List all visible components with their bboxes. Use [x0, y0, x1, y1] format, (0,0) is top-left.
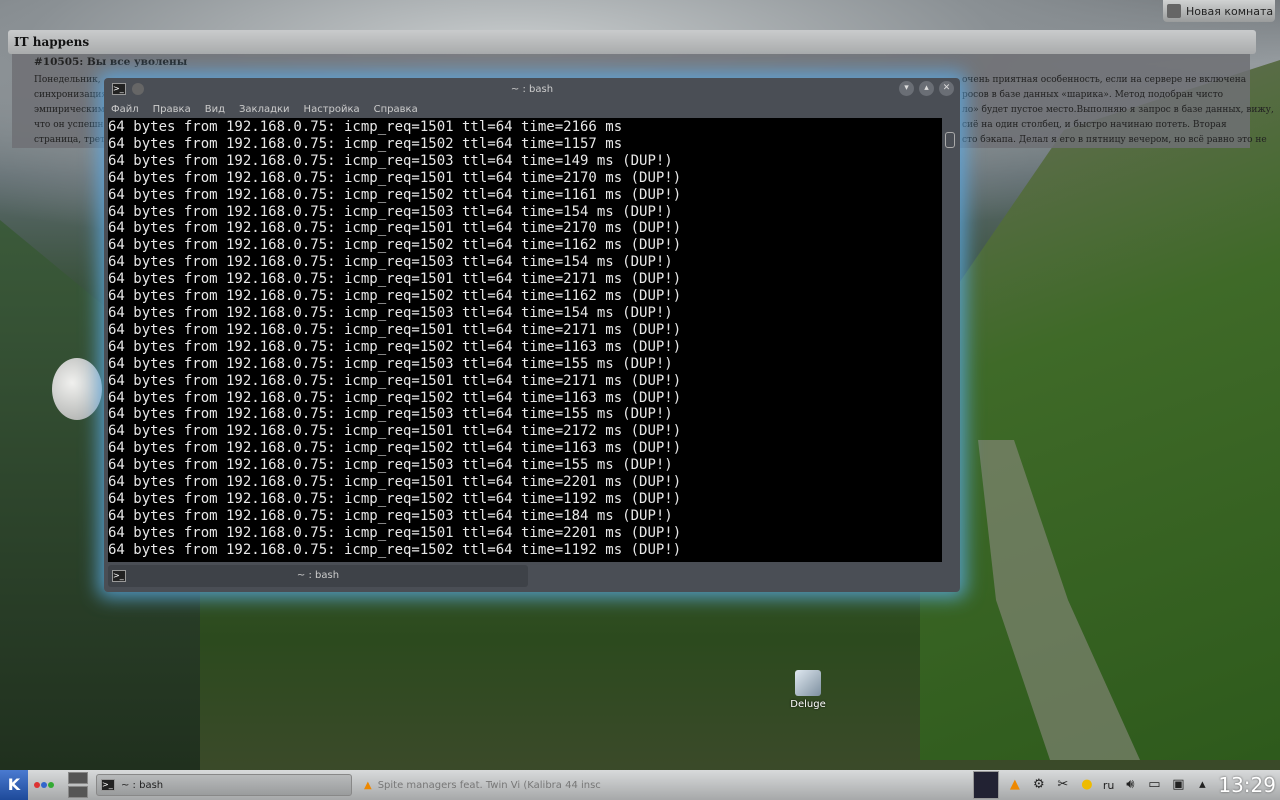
room-icon	[1167, 4, 1181, 18]
vlc-icon: ▲	[364, 779, 372, 791]
menu-bar: Файл Правка Вид Закладки Настройка Справ…	[104, 100, 960, 118]
activities-icon[interactable]	[34, 782, 54, 788]
close-button[interactable]: ✕	[939, 81, 954, 96]
terminal-line: 64 bytes from 192.168.0.75: icmp_req=150…	[108, 220, 682, 237]
maximize-button[interactable]: ▴	[919, 81, 934, 96]
new-room-label: Новая комната	[1186, 4, 1274, 18]
task-bash[interactable]: >_ ~ : bash	[96, 774, 352, 796]
terminal-line: 64 bytes from 192.168.0.75: icmp_req=150…	[108, 524, 682, 541]
vlc-tray-icon[interactable]: ▲	[1007, 777, 1023, 793]
terminal-line: 64 bytes from 192.168.0.75: icmp_req=150…	[108, 440, 682, 457]
deluge-icon	[795, 670, 821, 696]
terminal-line: 64 bytes from 192.168.0.75: icmp_req=150…	[108, 541, 682, 558]
lightbulb-icon[interactable]: ●	[1079, 777, 1095, 793]
scrollbar[interactable]	[944, 118, 956, 562]
story-line: росов в базе данных «шарика». Метод подо…	[962, 90, 1224, 100]
taskbar: K >_ ~ : bash ▲ Spite managers feat. Twin …	[0, 770, 1280, 800]
desktop-icon-label: Deluge	[790, 699, 826, 710]
terminal-line: 64 bytes from 192.168.0.75: icmp_req=150…	[108, 372, 682, 389]
story-line: очень приятная особенность, если на серв…	[962, 75, 1247, 85]
terminal-line: 64 bytes from 192.168.0.75: icmp_req=150…	[108, 423, 682, 440]
network-icon[interactable]: ▣	[1170, 777, 1186, 793]
scissors-icon[interactable]: ✂	[1055, 777, 1071, 793]
desktop-icon-deluge[interactable]: Deluge	[786, 670, 830, 710]
terminal-line: 64 bytes from 192.168.0.75: icmp_req=150…	[108, 338, 682, 355]
minimize-button[interactable]: ▾	[899, 81, 914, 96]
system-tray: ▲ ⚙ ✂ ● ru 🔊︎ ▭ ▣ ▴ 13:29	[972, 770, 1280, 800]
terminal-line: 64 bytes from 192.168.0.75: icmp_req=150…	[108, 321, 682, 338]
terminal-line: 64 bytes from 192.168.0.75: icmp_req=150…	[108, 169, 682, 186]
terminal-line: 64 bytes from 192.168.0.75: icmp_req=150…	[108, 135, 623, 152]
terminal-line: 64 bytes from 192.168.0.75: icmp_req=150…	[108, 406, 673, 423]
show-desktop-button[interactable]	[972, 771, 999, 799]
scrollbar-thumb[interactable]	[945, 132, 955, 148]
volume-icon[interactable]: 🔊︎	[1122, 777, 1138, 793]
terminal-line: 64 bytes from 192.168.0.75: icmp_req=150…	[108, 288, 682, 305]
window-title: ~ : bash	[510, 83, 554, 95]
menu-edit[interactable]: Правка	[153, 104, 191, 115]
monitor-icon[interactable]: ▭	[1146, 777, 1162, 793]
task-vlc[interactable]: ▲ Spite managers feat. Twin Vi (Kalibra 4…	[360, 774, 610, 796]
terminal-line: 64 bytes from 192.168.0.75: icmp_req=150…	[108, 152, 673, 169]
terminal-output[interactable]: 64 bytes from 192.168.0.75: icmp_req=150…	[108, 118, 942, 562]
new-room-button[interactable]: Новая комната	[1163, 0, 1275, 22]
terminal-line: 64 bytes from 192.168.0.75: icmp_req=150…	[108, 507, 673, 524]
story-line: сто бэкапа. Делал я его в пятницу вечеро…	[962, 135, 1267, 145]
terminal-line: 64 bytes from 192.168.0.75: icmp_req=150…	[108, 457, 673, 474]
kde-menu-button[interactable]: K	[0, 770, 28, 800]
tray-expand-icon[interactable]: ▴	[1194, 777, 1210, 793]
terminal-line: 64 bytes from 192.168.0.75: icmp_req=150…	[108, 355, 673, 372]
desktop-pager[interactable]	[68, 772, 88, 798]
terminal-line: 64 bytes from 192.168.0.75: icmp_req=150…	[108, 254, 673, 271]
terminal-line: 64 bytes from 192.168.0.75: icmp_req=150…	[108, 474, 682, 491]
gear-icon[interactable]: ⚙	[1031, 777, 1047, 793]
terminal-line: 64 bytes from 192.168.0.75: icmp_req=150…	[108, 304, 673, 321]
terminal-line: 64 bytes from 192.168.0.75: icmp_req=150…	[108, 389, 682, 406]
menu-view[interactable]: Вид	[205, 104, 225, 115]
menu-help[interactable]: Справка	[374, 104, 418, 115]
terminal-line: 64 bytes from 192.168.0.75: icmp_req=150…	[108, 271, 682, 288]
menu-file[interactable]: Файл	[111, 104, 139, 115]
story-line: сиё на один столбец, и быстро начинаю по…	[962, 120, 1227, 130]
menu-bookmarks[interactable]: Закладки	[239, 104, 290, 115]
terminal-line: 64 bytes from 192.168.0.75: icmp_req=150…	[108, 203, 673, 220]
tab-label: ~ : bash	[296, 570, 340, 581]
clock[interactable]: 13:29	[1218, 773, 1276, 797]
tab-bar: >_ ~ : bash	[108, 564, 956, 588]
title-bar[interactable]: >_ ~ : bash ▾ ▴ ✕	[104, 78, 960, 100]
tab-bash[interactable]: >_ ~ : bash	[108, 565, 528, 587]
task-label: Spite managers feat. Twin Vi (Kalibra 44…	[377, 779, 601, 791]
terminal-line: 64 bytes from 192.168.0.75: icmp_req=150…	[108, 490, 682, 507]
ithappens-widget-title: IT happens	[8, 30, 1256, 54]
terminal-line: 64 bytes from 192.168.0.75: icmp_req=150…	[108, 119, 623, 135]
terminal-icon: >_	[101, 779, 115, 791]
moon-widget	[52, 358, 102, 420]
story-line: ло» будет пустое место.Выполняю я запрос…	[962, 105, 1274, 115]
terminal-line: 64 bytes from 192.168.0.75: icmp_req=150…	[108, 186, 682, 203]
keyboard-layout[interactable]: ru	[1103, 779, 1115, 792]
konsole-window: >_ ~ : bash ▾ ▴ ✕ Файл Правка Вид Заклад…	[104, 78, 960, 592]
menu-settings[interactable]: Настройка	[304, 104, 360, 115]
story-title[interactable]: #10505: Вы все уволены	[34, 56, 1250, 71]
terminal-line: 64 bytes from 192.168.0.75: icmp_req=150…	[108, 237, 682, 254]
task-label: ~ : bash	[121, 779, 164, 791]
